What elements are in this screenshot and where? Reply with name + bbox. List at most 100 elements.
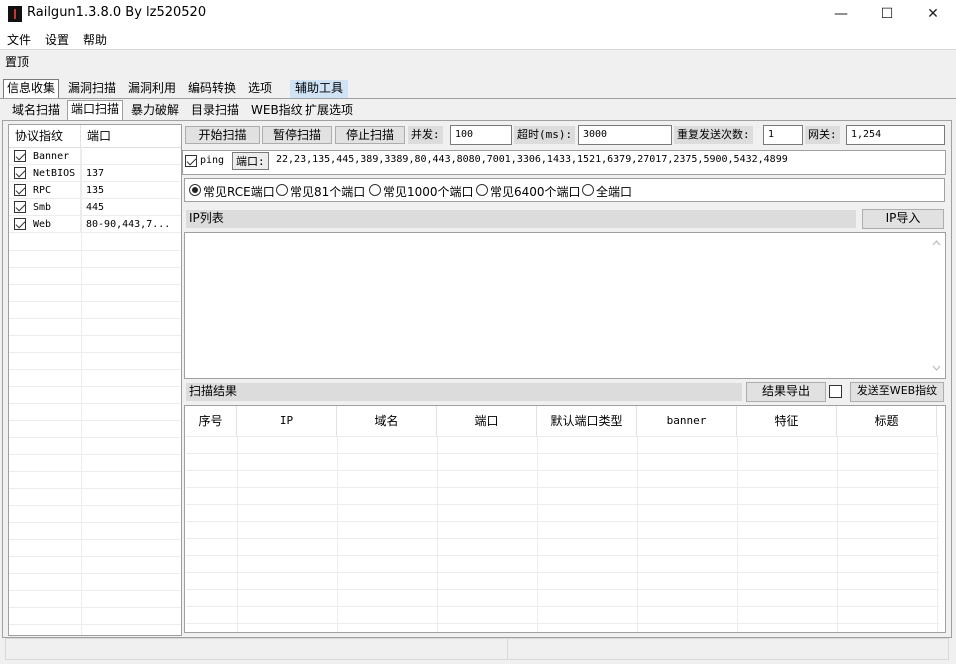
scan-results-label: 扫描结果 — [186, 383, 742, 401]
column-header-port[interactable]: 端口 — [81, 125, 181, 147]
column-header-port[interactable]: 端口 — [437, 406, 537, 436]
tab-vuln-exploit[interactable]: 漏洞利用 — [125, 80, 179, 98]
table-row[interactable]: RPC 135 — [9, 182, 181, 199]
close-button[interactable]: ✕ — [910, 0, 956, 28]
empty-row-line — [9, 556, 181, 557]
subtab-port-scan[interactable]: 端口扫描 — [67, 100, 124, 121]
protocol-checkbox[interactable] — [14, 218, 26, 230]
protocol-name: Banner — [33, 151, 70, 162]
empty-row-line — [9, 573, 181, 574]
column-header-feature[interactable]: 特征 — [737, 406, 837, 436]
protocol-ports: 135 — [86, 185, 105, 196]
table-row[interactable]: Banner — [9, 148, 181, 165]
export-results-button[interactable]: 结果导出 — [746, 382, 826, 402]
preset-all-label[interactable]: 全端口 — [596, 183, 632, 200]
table-row[interactable]: NetBIOS 137 — [9, 165, 181, 182]
subtab-web-fingerprint[interactable]: WEB指纹 — [248, 102, 306, 120]
column-header-domain[interactable]: 域名 — [337, 406, 437, 436]
subtab-domain-scan[interactable]: 域名扫描 — [9, 102, 63, 120]
protocol-checkbox[interactable] — [14, 167, 26, 179]
start-scan-button[interactable]: 开始扫描 — [185, 126, 260, 144]
table-row[interactable]: Smb 445 — [9, 199, 181, 216]
empty-row-line — [9, 318, 181, 319]
retry-input[interactable]: 1 — [763, 125, 803, 145]
column-header-protocol[interactable]: 协议指纹 — [9, 125, 81, 147]
empty-row-line — [9, 352, 181, 353]
empty-row-line — [9, 522, 181, 523]
empty-row-line — [9, 471, 181, 472]
preset-6400-radio[interactable] — [476, 184, 488, 196]
tab-options[interactable]: 选项 — [245, 80, 275, 98]
tab-aux-tools[interactable]: 辅助工具 — [290, 80, 349, 98]
pause-scan-button[interactable]: 暂停扫描 — [262, 126, 332, 144]
protocol-checkbox[interactable] — [14, 201, 26, 213]
app-icon — [8, 6, 22, 22]
grid-row-line — [186, 521, 939, 522]
ip-list-textarea[interactable] — [184, 232, 946, 379]
gateway-input[interactable]: 1,254 — [846, 125, 945, 145]
grid-column-line — [237, 436, 238, 632]
preset-81-radio[interactable] — [276, 184, 288, 196]
protocol-checkbox[interactable] — [14, 150, 26, 162]
column-header-title[interactable]: 标题 — [837, 406, 937, 436]
column-header-banner[interactable]: banner — [637, 406, 737, 436]
menu-file[interactable]: 文件 — [7, 31, 31, 48]
column-header-ip[interactable]: IP — [237, 406, 337, 436]
column-header-index[interactable]: 序号 — [185, 406, 237, 436]
protocol-ports — [81, 148, 181, 165]
send-checkbox[interactable] — [829, 385, 842, 398]
empty-row-line — [9, 403, 181, 404]
status-divider — [507, 639, 508, 659]
empty-row-line — [9, 301, 181, 302]
ports-input[interactable]: 22,23,135,445,389,3389,80,443,8080,7001,… — [272, 151, 944, 171]
empty-row-line — [9, 590, 181, 591]
grid-row-line — [186, 453, 939, 454]
stop-scan-button[interactable]: 停止扫描 — [335, 126, 405, 144]
pin-toggle[interactable]: 置顶 — [5, 53, 29, 70]
menu-settings[interactable]: 设置 — [45, 31, 69, 48]
protocol-name: Smb — [33, 202, 52, 213]
ip-import-button[interactable]: IP导入 — [862, 209, 944, 229]
concurrency-label: 并发: — [408, 126, 443, 144]
preset-1000-label[interactable]: 常见1000个端口 — [383, 183, 474, 200]
table-row[interactable]: Web 80-90,443,7... — [9, 216, 181, 233]
preset-6400-label[interactable]: 常见6400个端口 — [490, 183, 581, 200]
subtab-extension-options[interactable]: 扩展选项 — [302, 102, 356, 120]
protocol-checkbox[interactable] — [14, 184, 26, 196]
grid-column-line — [937, 436, 938, 632]
preset-rce-radio[interactable] — [189, 184, 201, 196]
grid-row-line — [186, 606, 939, 607]
grid-row-line — [186, 487, 939, 488]
send-to-web-fingerprint-button[interactable]: 发送至WEB指纹 — [850, 382, 944, 402]
retry-label: 重复发送次数: — [674, 126, 753, 144]
divider — [0, 98, 956, 99]
gateway-label: 网关: — [805, 126, 840, 144]
concurrency-input[interactable]: 100 — [450, 125, 512, 145]
timeout-input[interactable]: 3000 — [578, 125, 672, 145]
subtab-dir-scan[interactable]: 目录扫描 — [188, 102, 242, 120]
subtab-brute-force[interactable]: 暴力破解 — [128, 102, 182, 120]
tab-encoding[interactable]: 编码转换 — [185, 80, 239, 98]
empty-row-line — [9, 454, 181, 455]
protocol-name: Web — [33, 219, 52, 230]
preset-rce-label[interactable]: 常见RCE端口 — [203, 183, 275, 200]
protocol-grid[interactable]: 协议指纹 端口 Banner NetBIOS 137 RPC 135 Smb 4… — [8, 124, 182, 636]
empty-row-line — [9, 607, 181, 608]
tab-vuln-scan[interactable]: 漏洞扫描 — [65, 80, 119, 98]
maximize-button[interactable]: ☐ — [864, 0, 910, 28]
port-label: 端口: — [232, 152, 269, 170]
minimize-button[interactable]: — — [818, 0, 864, 28]
menu-help[interactable]: 帮助 — [83, 31, 107, 48]
scrollbar[interactable] — [928, 233, 945, 378]
status-bar — [5, 638, 949, 660]
preset-1000-radio[interactable] — [369, 184, 381, 196]
empty-row-line — [9, 420, 181, 421]
grid-row-line — [186, 538, 939, 539]
grid-column-line — [537, 436, 538, 632]
tab-info-gathering[interactable]: 信息收集 — [3, 79, 60, 99]
preset-81-label[interactable]: 常见81个端口 — [290, 183, 365, 200]
preset-all-radio[interactable] — [582, 184, 594, 196]
column-header-default-port-type[interactable]: 默认端口类型 — [537, 406, 637, 436]
ping-checkbox[interactable] — [185, 155, 197, 167]
results-table[interactable]: 序号 IP 域名 端口 默认端口类型 banner 特征 标题 — [184, 405, 946, 633]
